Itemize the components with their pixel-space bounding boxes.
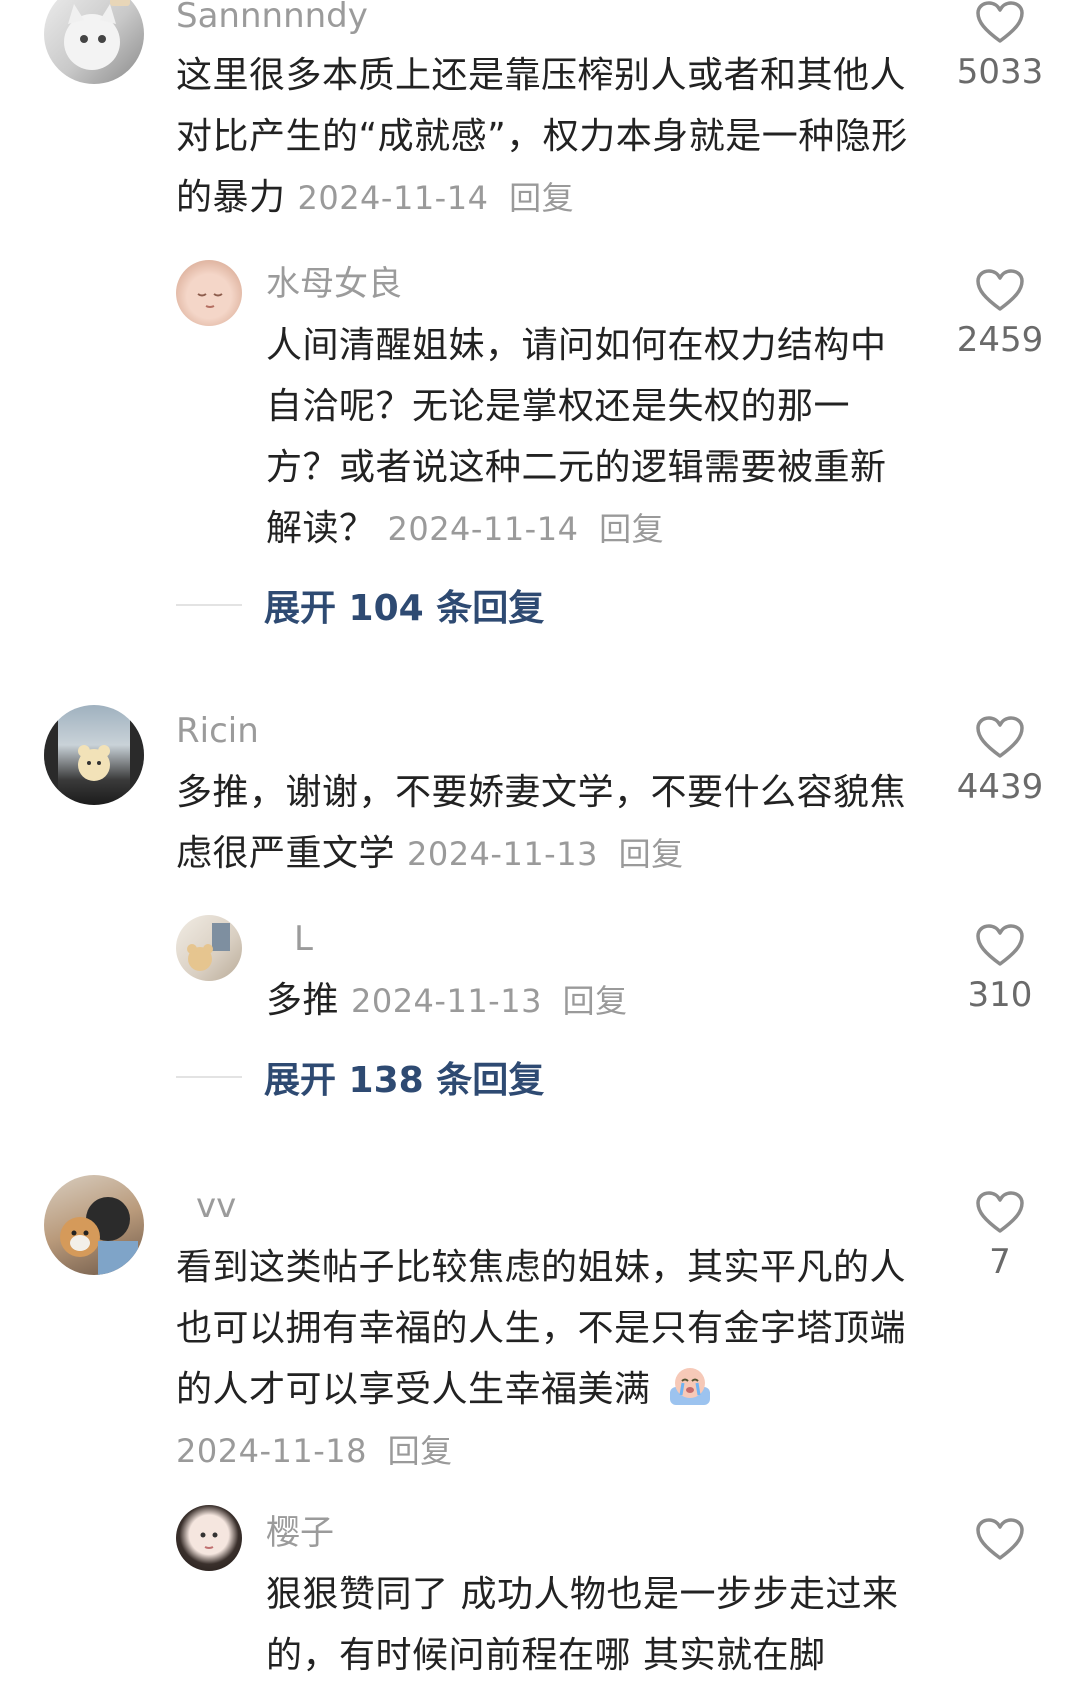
divider: [176, 1076, 242, 1078]
comment-username[interactable]: Sannnnndy: [176, 0, 368, 36]
expand-replies-label: 展开 104 条回复: [264, 588, 545, 629]
avatar[interactable]: [44, 0, 144, 84]
reply-button[interactable]: 回复: [388, 1432, 453, 1470]
reply-button[interactable]: 回复: [599, 510, 664, 548]
heart-outline-icon: [976, 1518, 1024, 1560]
reply-button[interactable]: 回复: [563, 982, 628, 1020]
reply-text: 狠狠赞同了 成功人物也是一步步走过来的，有时候问前程在哪 其实就在脚: [266, 1564, 906, 1686]
like-count: 4439: [956, 767, 1044, 807]
like-button[interactable]: 5033: [950, 0, 1050, 92]
like-button[interactable]: 4439: [950, 715, 1050, 807]
like-count: 5033: [956, 52, 1044, 92]
reply-content: 狠狠赞同了 成功人物也是一步步走过来的，有时候问前程在哪 其实就在脚: [266, 1574, 899, 1676]
like-button[interactable]: 2459: [950, 268, 1050, 360]
cat-avatar-image: [64, 0, 130, 70]
divider: [176, 604, 242, 606]
comment-text: 这里很多本质上还是靠压榨别人或者和其他人对比产生的“成就感”，权力本身就是一种隐…: [176, 45, 921, 229]
comment-date: 2024-11-13: [406, 835, 598, 873]
comment-date: 2024-11-14: [297, 179, 489, 217]
reply-button[interactable]: 回复: [619, 835, 684, 873]
like-button[interactable]: 7: [950, 1190, 1050, 1282]
avatar[interactable]: [176, 915, 242, 981]
comment-meta: 2024-11-18 回复: [176, 1432, 453, 1470]
like-count: 310: [967, 975, 1033, 1015]
crying-face-emoji: [670, 1368, 711, 1405]
plush-bear-avatar-image: [44, 705, 144, 805]
comment-text: 多推，谢谢，不要娇妻文学，不要什么容貌焦虑很严重文学 2024-11-13 回复: [176, 762, 921, 885]
comment-text: 看到这类帖子比较焦虑的姐妹，其实平凡的人也可以拥有幸福的人生，不是只有金字塔顶端…: [176, 1237, 921, 1482]
reply-text: 多推 2024-11-13 回复: [266, 970, 906, 1032]
comment-date: 2024-11-18: [176, 1432, 367, 1470]
person-with-dog-avatar-image: [60, 1197, 138, 1275]
avatar[interactable]: [44, 705, 144, 805]
reply-button[interactable]: 回复: [509, 179, 574, 217]
comment-meta: 2024-11-14 回复: [297, 179, 574, 217]
reply-username[interactable]: L: [294, 919, 313, 959]
heart-outline-icon: [976, 269, 1024, 311]
girl-avatar-image: [200, 1532, 218, 1549]
avatar[interactable]: [176, 260, 242, 326]
reply-text: 人间清醒姐妹，请问如何在权力结构中自洽呢？无论是掌权还是失权的那一方？或者说这种…: [266, 315, 906, 560]
comment-content: 看到这类帖子比较焦虑的姐妹，其实平凡的人也可以拥有幸福的人生，不是只有金字塔顶端…: [176, 1247, 907, 1410]
reply-meta: 2024-11-13 回复: [351, 982, 628, 1020]
baby-avatar-image: [197, 293, 223, 308]
avatar[interactable]: [176, 1505, 242, 1571]
comment-username[interactable]: Ricin: [176, 711, 259, 751]
like-button[interactable]: [950, 1517, 1050, 1561]
reply-date: 2024-11-13: [350, 982, 542, 1020]
avatar[interactable]: [44, 1175, 144, 1275]
reply-content: 多推: [266, 980, 340, 1021]
comment-meta: 2024-11-13 回复: [407, 835, 684, 873]
reply-username[interactable]: 樱子: [266, 1513, 334, 1553]
like-count: 2459: [956, 320, 1044, 360]
heart-outline-icon: [976, 716, 1024, 758]
heart-outline-icon: [976, 924, 1024, 966]
heart-outline-icon: [976, 1191, 1024, 1233]
room-bear-avatar-image: [187, 923, 230, 971]
reply-meta: 2024-11-14 回复: [387, 510, 664, 548]
expand-replies-button[interactable]: 展开 104 条回复: [176, 580, 544, 630]
expand-replies-button[interactable]: 展开 138 条回复: [176, 1052, 544, 1102]
reply-date: 2024-11-14: [387, 510, 579, 548]
comment-username[interactable]: vv: [196, 1186, 236, 1226]
expand-replies-label: 展开 138 条回复: [264, 1060, 545, 1101]
like-button[interactable]: 310: [950, 923, 1050, 1015]
heart-outline-icon: [976, 1, 1024, 43]
reply-username[interactable]: 水母女良: [266, 264, 402, 304]
like-count: 7: [989, 1242, 1011, 1282]
